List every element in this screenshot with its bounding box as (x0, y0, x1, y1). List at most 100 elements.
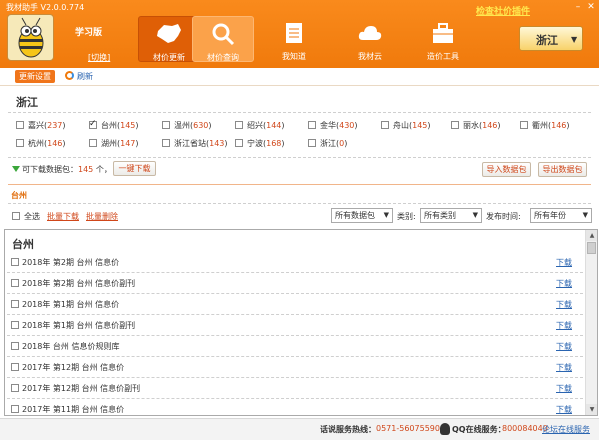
row-checkbox[interactable] (11, 258, 19, 266)
update-settings-button[interactable]: 更新设置 (15, 70, 55, 83)
city-checkbox[interactable]: 丽水(146) (451, 120, 501, 131)
tab-price-update[interactable]: 材价更新 (138, 16, 200, 62)
cloud-icon (358, 26, 382, 40)
export-package-button[interactable]: 导出数据包 (538, 162, 587, 177)
row-checkbox[interactable] (11, 342, 19, 350)
row-checkbox[interactable] (11, 300, 19, 308)
city-checkbox[interactable]: 衢州(146) (520, 120, 570, 131)
city-checkbox[interactable]: 嘉兴(237) (16, 120, 66, 131)
tab-knowledge[interactable]: 我知道 (263, 16, 325, 62)
batch-download-link[interactable]: 批量下载 (47, 211, 79, 222)
refresh-icon (65, 71, 74, 80)
package-title: 2017年 第12期 台州 信息价副刊 (22, 384, 141, 393)
tab-cost-tools[interactable]: 造价工具 (412, 16, 474, 62)
list-item: 2018年 第1期 台州 信息价 下载 (7, 294, 583, 315)
download-link[interactable]: 下载 (556, 320, 572, 331)
province-title: 浙江 (16, 96, 38, 109)
switch-edition-link[interactable]: [切换] (88, 52, 110, 63)
row-checkbox[interactable] (11, 405, 19, 413)
download-info: 可下载数据包：145 个， (12, 164, 112, 175)
city-checkbox[interactable]: 杭州(146) (16, 138, 66, 149)
minimize-icon[interactable]: – (572, 2, 584, 13)
hotline-label: 话说服务热线： (320, 425, 376, 434)
city-checkbox[interactable]: 舟山(145) (381, 120, 431, 131)
province-selector[interactable]: 浙江 ▼ (519, 26, 583, 51)
download-link[interactable]: 下载 (556, 362, 572, 373)
city-checkbox[interactable]: 宁波(168) (235, 138, 285, 149)
row-checkbox[interactable] (11, 279, 19, 287)
city-checkbox[interactable]: 金华(430) (308, 120, 358, 131)
select-all-checkbox[interactable]: 全选 (12, 211, 40, 222)
download-link[interactable]: 下载 (556, 299, 572, 310)
scroll-down-icon[interactable]: ▼ (586, 404, 597, 415)
list-item: 2017年 第11期 台州 信息价 下载 (7, 399, 583, 415)
divider (8, 203, 591, 204)
hotline-number: 0571-56075590 (376, 424, 440, 433)
city-checkbox[interactable]: 绍兴(144) (235, 120, 285, 131)
city-checkbox[interactable]: 台州(145) (89, 119, 139, 131)
package-title: 2018年 第1期 台州 信息价 (22, 300, 120, 309)
download-link[interactable]: 下载 (556, 404, 572, 415)
package-title: 2018年 台州 信息价规则库 (22, 342, 120, 351)
chevron-down-icon: ▼ (383, 211, 389, 219)
category-select[interactable]: 所有类别 ▼ (420, 208, 482, 223)
list-item: 2018年 第2期 台州 信息价 下载 (7, 252, 583, 273)
row-checkbox[interactable] (11, 384, 19, 392)
city-checkbox[interactable]: 浙江省站(143) (162, 138, 228, 149)
header-bar: 我材助手 V2.0.0.774 检查社价插件 – ✕ 学习版 [切换] 材价更新… (0, 0, 599, 68)
city-checkbox[interactable]: 浙江(0) (308, 138, 347, 149)
divider (8, 157, 591, 158)
batch-delete-link[interactable]: 批量删除 (86, 211, 118, 222)
qq-penguin-icon (440, 423, 450, 435)
search-icon (212, 23, 235, 46)
download-link[interactable]: 下载 (556, 257, 572, 268)
year-select[interactable]: 所有年份 ▼ (530, 208, 592, 223)
package-list: 台州 2018年 第2期 台州 信息价 下载 2018年 第2期 台州 信息价副刊下… (4, 229, 598, 416)
list-item: 2017年 第12期 台州 信息价副刊 下载 (7, 378, 583, 399)
download-arrow-icon (12, 166, 20, 172)
check-plugin-link[interactable]: 检查社价插件 (476, 4, 530, 17)
toolbox-icon (433, 23, 453, 43)
download-all-button[interactable]: 一键下载 (113, 161, 156, 176)
city-checkbox[interactable]: 湖州(147) (89, 138, 139, 149)
forum-link[interactable]: 论坛在线服务 (542, 424, 590, 435)
list-item: 2018年 第2期 台州 信息价副刊 下载 (7, 273, 583, 294)
package-title: 2018年 第2期 台州 信息价副刊 (22, 279, 136, 288)
category-label: 类别: (397, 212, 416, 221)
tab-cloud[interactable]: 我材云 (339, 16, 401, 62)
row-checkbox[interactable] (11, 321, 19, 329)
package-title: 2017年 第12期 台州 信息价 (22, 363, 125, 372)
tab-price-query[interactable]: 材价查询 (192, 16, 254, 62)
row-checkbox[interactable] (11, 363, 19, 371)
download-link[interactable]: 下载 (556, 383, 572, 394)
status-bar: 话说服务热线： 0571-56075590 QQ在线服务： 800084040 … (0, 418, 599, 440)
package-select[interactable]: 所有数据包 ▼ (331, 208, 393, 223)
package-count: 145 (78, 165, 94, 174)
toolbar: 更新设置 刷新 (0, 68, 599, 86)
scroll-thumb[interactable] (587, 242, 596, 254)
city-checkbox[interactable]: 温州(630) (162, 120, 212, 131)
divider (8, 184, 591, 185)
download-link[interactable]: 下载 (556, 278, 572, 289)
china-map-icon (157, 24, 181, 43)
scroll-up-icon[interactable]: ▲ (586, 230, 597, 241)
section-title: 台州 (11, 191, 27, 200)
chevron-down-icon: ▼ (571, 35, 578, 44)
chevron-down-icon: ▼ (582, 211, 588, 219)
import-package-button[interactable]: 导入数据包 (482, 162, 531, 177)
app-title: 我材助手 V2.0.0.774 (6, 3, 85, 12)
notebook-icon (286, 23, 302, 43)
date-label: 发布时间: (486, 212, 521, 221)
refresh-button[interactable]: 刷新 (65, 71, 93, 82)
qq-label: QQ在线服务： (452, 425, 506, 434)
list-item: 2018年 台州 信息价规则库 下载 (7, 336, 583, 357)
download-link[interactable]: 下载 (556, 341, 572, 352)
package-title: 2017年 第11期 台州 信息价 (22, 405, 125, 414)
list-heading: 台州 (12, 238, 34, 251)
close-icon[interactable]: ✕ (585, 2, 597, 13)
package-title: 2018年 第2期 台州 信息价 (22, 258, 120, 267)
chevron-down-icon: ▼ (472, 211, 478, 219)
scrollbar[interactable]: ▲ ▼ (585, 230, 597, 415)
qq-number: 800084040 (502, 424, 548, 433)
package-title: 2018年 第1期 台州 信息价副刊 (22, 321, 136, 330)
